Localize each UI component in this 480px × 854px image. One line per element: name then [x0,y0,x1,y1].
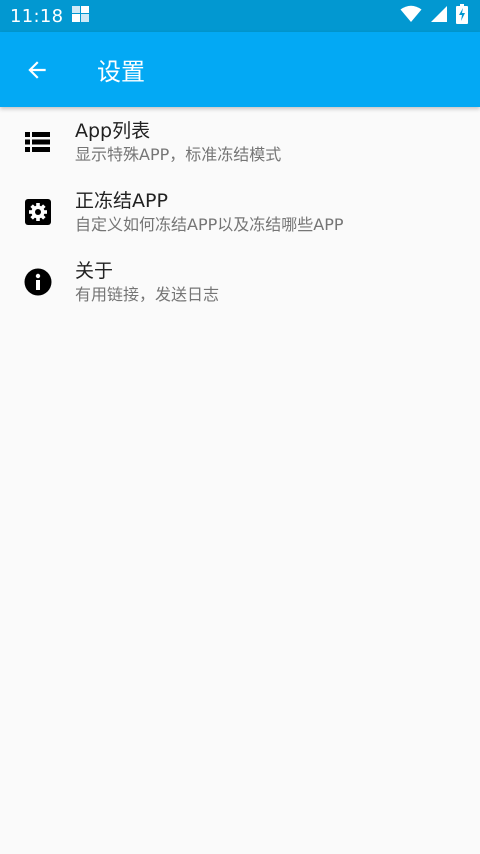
battery-charging-icon [456,4,468,28]
item-subtitle: 显示特殊APP，标准冻结模式 [75,145,282,164]
item-text: 正冻结APP 自定义如何冻结APP以及冻结哪些APP [75,188,344,236]
info-icon [0,247,75,317]
page-title: 设置 [97,58,145,86]
item-title: App列表 [75,120,151,142]
status-right [400,4,468,28]
settings-list: App列表 显示特殊APP，标准冻结模式 正冻结APP 自定义如何冻结APP以及… [0,107,480,317]
item-subtitle: 有用链接，发送日志 [75,285,220,304]
wifi-icon [400,5,422,27]
item-text: 关于 有用链接，发送日志 [75,258,219,306]
settings-item-freeze-apps[interactable]: 正冻结APP 自定义如何冻结APP以及冻结哪些APP [0,177,480,247]
item-title: 关于 [75,260,114,282]
app-bar: 设置 [0,32,480,107]
item-title: 正冻结APP [75,190,168,212]
back-button[interactable] [0,32,74,107]
list-icon [0,107,75,177]
settings-item-app-list[interactable]: App列表 显示特殊APP，标准冻结模式 [0,107,480,177]
cell-signal-icon [430,5,448,27]
gear-icon [0,177,75,247]
status-bar: 11:18 [0,0,480,32]
status-time: 11:18 [10,5,64,27]
item-subtitle: 自定义如何冻结APP以及冻结哪些APP [75,215,344,234]
notification-app-icon [71,4,91,28]
arrow-left-icon [28,60,46,79]
item-text: App列表 显示特殊APP，标准冻结模式 [75,118,281,166]
status-left: 11:18 [10,4,91,28]
settings-item-about[interactable]: 关于 有用链接，发送日志 [0,247,480,317]
